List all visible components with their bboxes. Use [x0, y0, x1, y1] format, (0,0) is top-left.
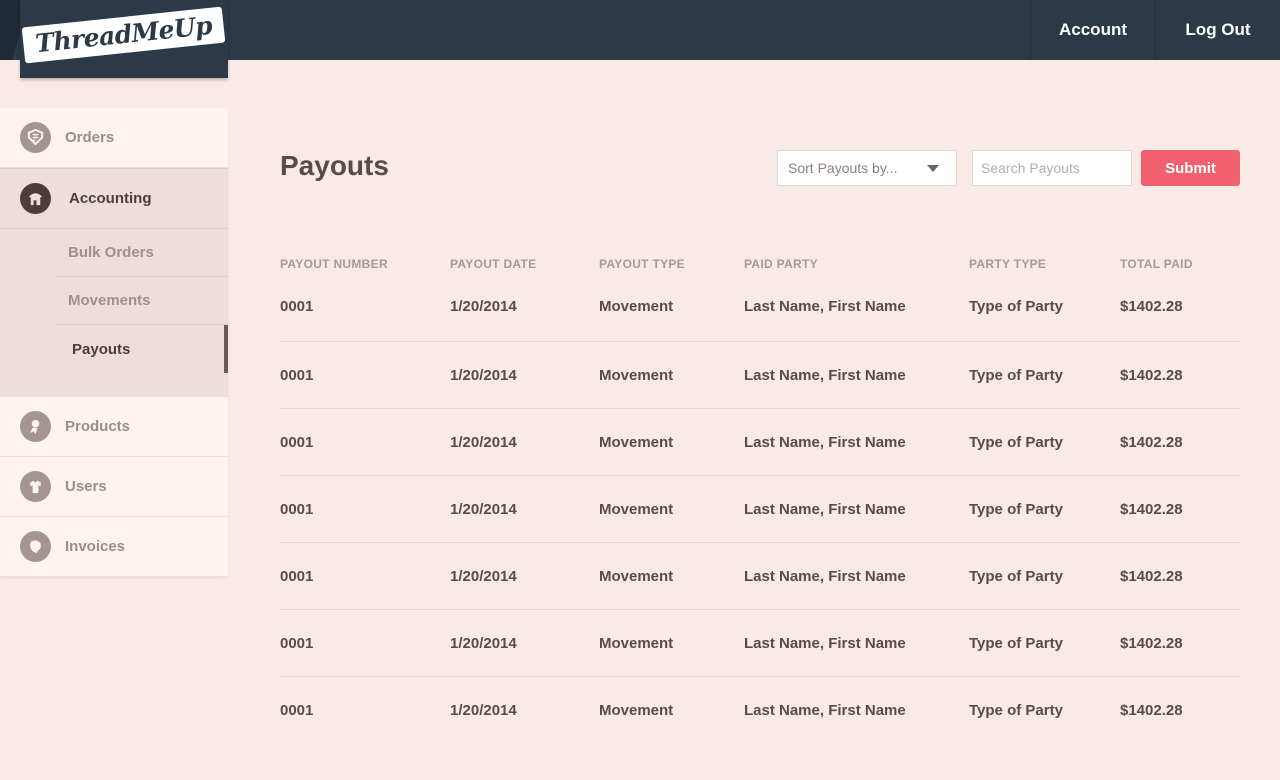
column-header-total-paid[interactable]: TOTAL PAID — [1120, 257, 1240, 271]
accounting-icon — [20, 183, 51, 214]
payout-number-cell: 0001 — [280, 366, 314, 384]
paid-party-cell: Last Name, First Name — [744, 433, 906, 451]
total-paid-cell: $1402.28 — [1120, 433, 1183, 451]
sort-select-value: Sort Payouts by... — [788, 160, 898, 176]
total-paid-cell: $1402.28 — [1120, 634, 1183, 652]
payout-date-cell: 1/20/2014 — [450, 702, 517, 719]
sidebar-item-label: Accounting — [69, 190, 152, 207]
top-nav: Account Log Out — [1030, 0, 1280, 60]
sidebar-subitem-movements[interactable]: Movements — [56, 277, 228, 325]
logout-link[interactable]: Log Out — [1155, 0, 1280, 60]
sidebar-item-label: Orders — [65, 129, 115, 146]
orders-icon — [20, 122, 51, 153]
payout-number-cell: 0001 — [280, 298, 314, 315]
table-row[interactable]: 0001 1/20/2014 Movement Last Name, First Na… — [280, 610, 1240, 677]
payout-date-cell: 1/20/2014 — [450, 634, 517, 652]
sidebar-item-accounting[interactable]: Accounting — [0, 169, 228, 229]
users-icon — [20, 471, 51, 502]
party-type-cell: Type of Party — [969, 702, 1063, 719]
paid-party-cell: Last Name, First Name — [744, 298, 906, 315]
table-row[interactable]: 0001 1/20/2014 Movement Last Name, First Na… — [280, 476, 1240, 543]
sidebar-item-label: Users — [65, 478, 107, 495]
paid-party-cell: Last Name, First Name — [744, 567, 906, 585]
payout-date-cell: 1/20/2014 — [450, 433, 517, 451]
payout-type-cell: Movement — [599, 433, 674, 451]
table-row[interactable]: 0001 1/20/2014 Movement Last Name, First Na… — [280, 543, 1240, 610]
payout-date-cell: 1/20/2014 — [450, 500, 517, 518]
table-body: 0001 1/20/2014 Movement Last Name, First Na… — [280, 272, 1240, 744]
payout-date-cell: 1/20/2014 — [450, 567, 517, 585]
account-link[interactable]: Account — [1030, 0, 1155, 60]
payout-type-cell: Movement — [599, 634, 674, 652]
payout-number-cell: 0001 — [280, 500, 314, 518]
payout-type-cell: Movement — [599, 298, 674, 315]
payout-type-cell: Movement — [599, 567, 674, 585]
sidebar-item-users[interactable]: Users — [0, 457, 228, 517]
payout-type-cell: Movement — [599, 366, 674, 384]
logo[interactable]: ThreadMeUp — [20, 0, 228, 78]
products-icon — [20, 411, 51, 442]
table-header: PAYOUT NUMBER PAYOUT DATE PAYOUT TYPE PA… — [280, 256, 1240, 272]
payout-number-cell: 0001 — [280, 634, 314, 652]
invoices-icon — [20, 531, 51, 562]
search-payouts-input[interactable] — [972, 150, 1132, 186]
column-header-party-type[interactable]: PARTY TYPE — [969, 257, 1120, 271]
total-paid-cell: $1402.28 — [1120, 366, 1183, 384]
sidebar-subitem-payouts[interactable]: Payouts — [56, 325, 228, 373]
party-type-cell: Type of Party — [969, 298, 1063, 315]
table-row[interactable]: 0001 1/20/2014 Movement Last Name, First Na… — [280, 409, 1240, 476]
paid-party-cell: Last Name, First Name — [744, 500, 906, 518]
table-row[interactable]: 0001 1/20/2014 Movement Last Name, First Na… — [280, 342, 1240, 409]
sidebar-item-label: Invoices — [65, 538, 126, 555]
column-header-payout-type[interactable]: PAYOUT TYPE — [599, 257, 744, 271]
sidebar-item-products[interactable]: Products — [0, 397, 228, 457]
party-type-cell: Type of Party — [969, 433, 1063, 451]
payout-date-cell: 1/20/2014 — [450, 366, 517, 384]
party-type-cell: Type of Party — [969, 567, 1063, 585]
total-paid-cell: $1402.28 — [1120, 567, 1183, 585]
payout-date-cell: 1/20/2014 — [450, 298, 517, 315]
sort-payouts-select[interactable]: Sort Payouts by... — [777, 150, 957, 186]
party-type-cell: Type of Party — [969, 366, 1063, 384]
paid-party-cell: Last Name, First Name — [744, 634, 906, 652]
total-paid-cell: $1402.28 — [1120, 500, 1183, 518]
sidebar-section-accounting: Accounting Bulk Orders Movements Payouts — [0, 168, 228, 397]
paid-party-cell: Last Name, First Name — [744, 702, 906, 719]
payouts-table: PAYOUT NUMBER PAYOUT DATE PAYOUT TYPE PA… — [280, 256, 1240, 744]
column-header-payout-number[interactable]: PAYOUT NUMBER — [280, 257, 450, 271]
payout-number-cell: 0001 — [280, 702, 314, 719]
logo-wordmark: ThreadMeUp — [21, 6, 227, 64]
party-type-cell: Type of Party — [969, 500, 1063, 518]
page-title: Payouts — [280, 150, 389, 181]
sidebar-sub-list: Bulk Orders Movements Payouts — [0, 229, 228, 397]
column-header-paid-party[interactable]: PAID PARTY — [744, 257, 969, 271]
column-header-payout-date[interactable]: PAYOUT DATE — [450, 257, 599, 271]
table-row[interactable]: 0001 1/20/2014 Movement Last Name, First Na… — [280, 677, 1240, 744]
total-paid-cell: $1402.28 — [1120, 298, 1183, 315]
total-paid-cell: $1402.28 — [1120, 702, 1183, 719]
payout-type-cell: Movement — [599, 702, 674, 719]
party-type-cell: Type of Party — [969, 634, 1063, 652]
sidebar-item-invoices[interactable]: Invoices — [0, 517, 228, 577]
payout-number-cell: 0001 — [280, 433, 314, 451]
sidebar-item-label: Products — [65, 418, 131, 435]
payout-type-cell: Movement — [599, 500, 674, 518]
sidebar-subitem-bulk-orders[interactable]: Bulk Orders — [56, 229, 228, 277]
chevron-down-icon — [927, 165, 939, 172]
payout-number-cell: 0001 — [280, 567, 314, 585]
table-row[interactable]: 0001 1/20/2014 Movement Last Name, First Na… — [280, 272, 1240, 342]
submit-button[interactable]: Submit — [1141, 150, 1240, 186]
sidebar-item-orders[interactable]: Orders — [0, 108, 228, 168]
sidebar: Orders Accounting Bulk Orders Movements … — [0, 108, 228, 577]
paid-party-cell: Last Name, First Name — [744, 366, 906, 384]
